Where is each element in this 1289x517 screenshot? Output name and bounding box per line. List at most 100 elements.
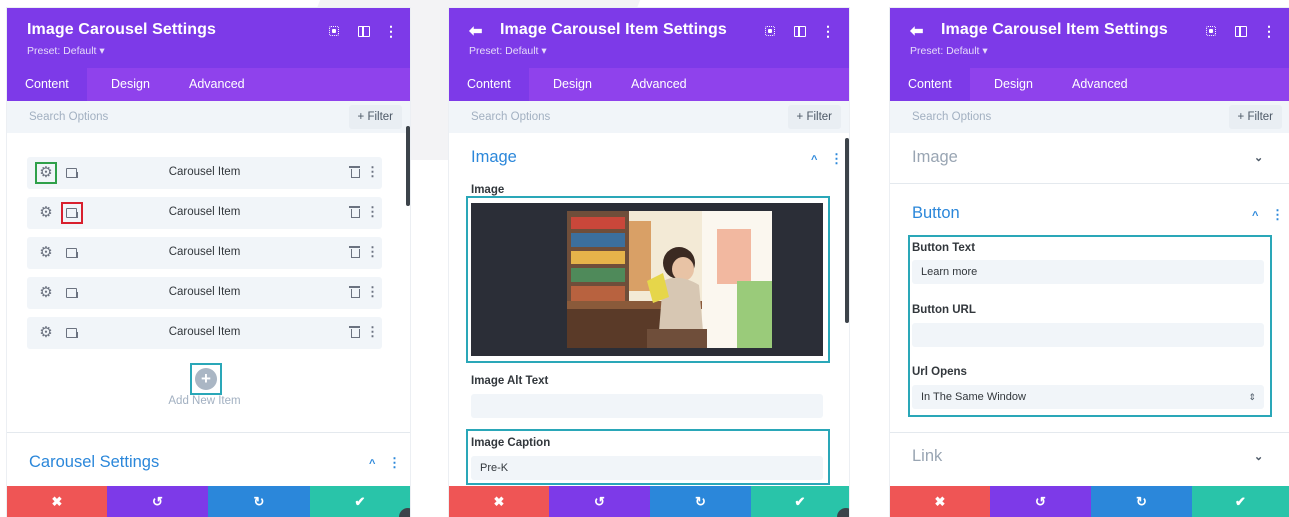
chevron-down-icon[interactable]: ⌄ (1254, 450, 1263, 463)
preset-selector[interactable]: Preset: Default ▾ (910, 45, 988, 57)
chevron-down-icon[interactable]: ⌄ (1254, 151, 1263, 164)
search-input[interactable]: Search Options (471, 111, 550, 123)
carousel-item-row[interactable]: ⚙ Carousel Item ⋮ (27, 237, 382, 269)
image-caption-label: Image Caption (471, 437, 551, 449)
button-text-label: Button Text (912, 242, 976, 254)
section-more-icon[interactable]: ⋮ (388, 455, 401, 471)
undo-button[interactable]: ↺ (990, 486, 1091, 517)
carousel-item-row[interactable]: ⚙ Carousel Item ⋮ (27, 317, 382, 349)
carousel-item-row[interactable]: ⚙ Carousel Item ⋮ (27, 277, 382, 309)
image-alt-text-label: Image Alt Text (471, 375, 549, 387)
back-arrow-icon[interactable]: ⬅ (469, 21, 482, 41)
item-label: Carousel Item (168, 166, 241, 178)
item-label: Carousel Item (168, 286, 241, 298)
preset-selector[interactable]: Preset: Default ▾ (27, 45, 105, 57)
section-more-icon[interactable]: ⋮ (830, 151, 843, 167)
trash-icon[interactable] (348, 164, 362, 180)
button-text-input[interactable]: Learn more (912, 260, 1264, 284)
cancel-button[interactable]: ✖ (890, 486, 990, 517)
filter-button[interactable]: + Filter (1228, 105, 1282, 129)
tab-bar: Content Design Advanced (890, 68, 1289, 101)
item-more-icon[interactable]: ⋮ (366, 284, 379, 300)
panel-header: Image Carousel Settings Preset: Default … (7, 8, 410, 68)
tab-design[interactable]: Design (976, 68, 1051, 101)
item-label: Carousel Item (168, 326, 241, 338)
chevron-up-icon[interactable]: ^ (369, 458, 375, 470)
tab-design[interactable]: Design (93, 68, 168, 101)
save-button[interactable]: ✔ (751, 486, 849, 517)
more-options-icon[interactable]: ⋮ (1262, 24, 1276, 38)
expand-icon[interactable] (1204, 24, 1218, 38)
carousel-item-row[interactable]: ⚙ Carousel Item ⋮ (27, 157, 382, 189)
expand-icon[interactable] (763, 24, 777, 38)
preview-photo (567, 211, 772, 348)
item-more-icon[interactable]: ⋮ (366, 204, 379, 220)
undo-button[interactable]: ↺ (107, 486, 208, 517)
redo-button[interactable]: ↻ (650, 486, 751, 517)
section-button[interactable]: Button (912, 204, 960, 223)
section-link[interactable]: Link (912, 447, 942, 466)
footer-actions: ✖ ↺ ↻ ✔ (7, 486, 410, 517)
split-view-icon[interactable] (1234, 24, 1248, 38)
trash-icon[interactable] (348, 324, 362, 340)
tab-content[interactable]: Content (890, 68, 970, 101)
search-bar: Search Options + Filter (890, 101, 1289, 133)
section-image[interactable]: Image (471, 148, 517, 167)
save-button[interactable]: ✔ (1192, 486, 1289, 517)
redo-button[interactable]: ↻ (208, 486, 310, 517)
cancel-button[interactable]: ✖ (449, 486, 549, 517)
item-more-icon[interactable]: ⋮ (366, 244, 379, 260)
image-alt-text-input[interactable] (471, 394, 823, 418)
url-opens-label: Url Opens (912, 366, 967, 378)
section-carousel-settings[interactable]: Carousel Settings (29, 453, 159, 472)
image-carousel-item-settings-panel: ⬅ Image Carousel Item Settings Preset: D… (449, 8, 849, 517)
image-label: Image (471, 184, 505, 196)
search-input[interactable]: Search Options (29, 111, 108, 123)
filter-button[interactable]: + Filter (348, 105, 402, 129)
panel-title: Image Carousel Item Settings (500, 21, 727, 38)
expand-icon[interactable] (327, 24, 341, 38)
more-options-icon[interactable]: ⋮ (821, 24, 835, 38)
tab-content[interactable]: Content (7, 68, 87, 101)
search-bar: Search Options + Filter (449, 101, 849, 133)
split-view-icon[interactable] (357, 24, 371, 38)
cancel-button[interactable]: ✖ (7, 486, 107, 517)
back-arrow-icon[interactable]: ⬅ (910, 21, 923, 41)
add-item-button[interactable]: + (195, 368, 217, 390)
undo-button[interactable]: ↺ (549, 486, 650, 517)
carousel-item-row[interactable]: ⚙ Carousel Item ⋮ (27, 197, 382, 229)
tab-design[interactable]: Design (535, 68, 610, 101)
divider (7, 432, 410, 433)
add-new-item-label[interactable]: Add New Item (7, 395, 402, 407)
trash-icon[interactable] (348, 284, 362, 300)
tab-advanced[interactable]: Advanced (171, 68, 263, 101)
more-options-icon[interactable]: ⋮ (384, 24, 398, 38)
trash-icon[interactable] (348, 244, 362, 260)
item-more-icon[interactable]: ⋮ (366, 324, 379, 340)
tab-content[interactable]: Content (449, 68, 529, 101)
tab-advanced[interactable]: Advanced (1054, 68, 1146, 101)
button-url-input[interactable] (912, 323, 1264, 347)
item-more-icon[interactable]: ⋮ (366, 164, 379, 180)
filter-button[interactable]: + Filter (787, 105, 841, 129)
save-button[interactable]: ✔ (310, 486, 410, 517)
scrollbar[interactable] (406, 126, 410, 206)
image-carousel-settings-panel: Image Carousel Settings Preset: Default … (7, 8, 410, 517)
select-arrows-icon: ⇕ (1248, 392, 1256, 402)
section-more-icon[interactable]: ⋮ (1271, 207, 1284, 223)
image-upload-preview[interactable] (471, 203, 823, 356)
preset-selector[interactable]: Preset: Default ▾ (469, 45, 547, 57)
chevron-up-icon[interactable]: ^ (811, 154, 817, 166)
url-opens-select[interactable]: In The Same Window ⇕ (912, 385, 1264, 409)
panel-title: Image Carousel Item Settings (941, 21, 1168, 38)
scrollbar[interactable] (845, 138, 849, 323)
search-input[interactable]: Search Options (912, 111, 991, 123)
chevron-up-icon[interactable]: ^ (1252, 210, 1258, 222)
section-image[interactable]: Image (912, 148, 958, 167)
tab-advanced[interactable]: Advanced (613, 68, 705, 101)
redo-button[interactable]: ↻ (1091, 486, 1192, 517)
image-caption-input[interactable]: Pre-K (471, 456, 823, 480)
split-view-icon[interactable] (793, 24, 807, 38)
divider (890, 183, 1289, 184)
trash-icon[interactable] (348, 204, 362, 220)
